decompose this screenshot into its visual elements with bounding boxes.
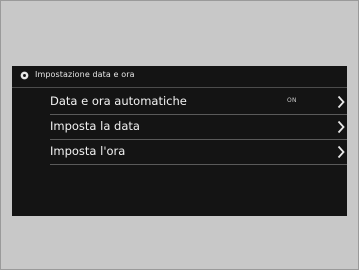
display-frame: Impostazione data e ora Data e ora autom…: [0, 0, 359, 270]
row-divider: [50, 164, 347, 165]
menu-item-label: Data e ora automatiche: [50, 94, 187, 108]
settings-screen: Impostazione data e ora Data e ora autom…: [12, 66, 347, 216]
chevron-right-icon: [337, 120, 345, 134]
page-title: Impostazione data e ora: [35, 70, 135, 79]
chevron-right-icon: [337, 145, 345, 159]
menu-item-label: Imposta la data: [50, 119, 140, 133]
menu-item-set-time[interactable]: Imposta l'ora: [50, 140, 347, 165]
gear-icon: [20, 71, 29, 80]
menu-item-label: Imposta l'ora: [50, 144, 126, 158]
setting-value: ON: [287, 97, 297, 104]
menu-item-automatic-date-time[interactable]: Data e ora automatiche ON: [50, 90, 347, 115]
header-divider: [12, 87, 347, 88]
chevron-right-icon: [337, 95, 345, 109]
screen-header: Impostazione data e ora: [12, 66, 347, 86]
menu-item-set-date[interactable]: Imposta la data: [50, 115, 347, 140]
